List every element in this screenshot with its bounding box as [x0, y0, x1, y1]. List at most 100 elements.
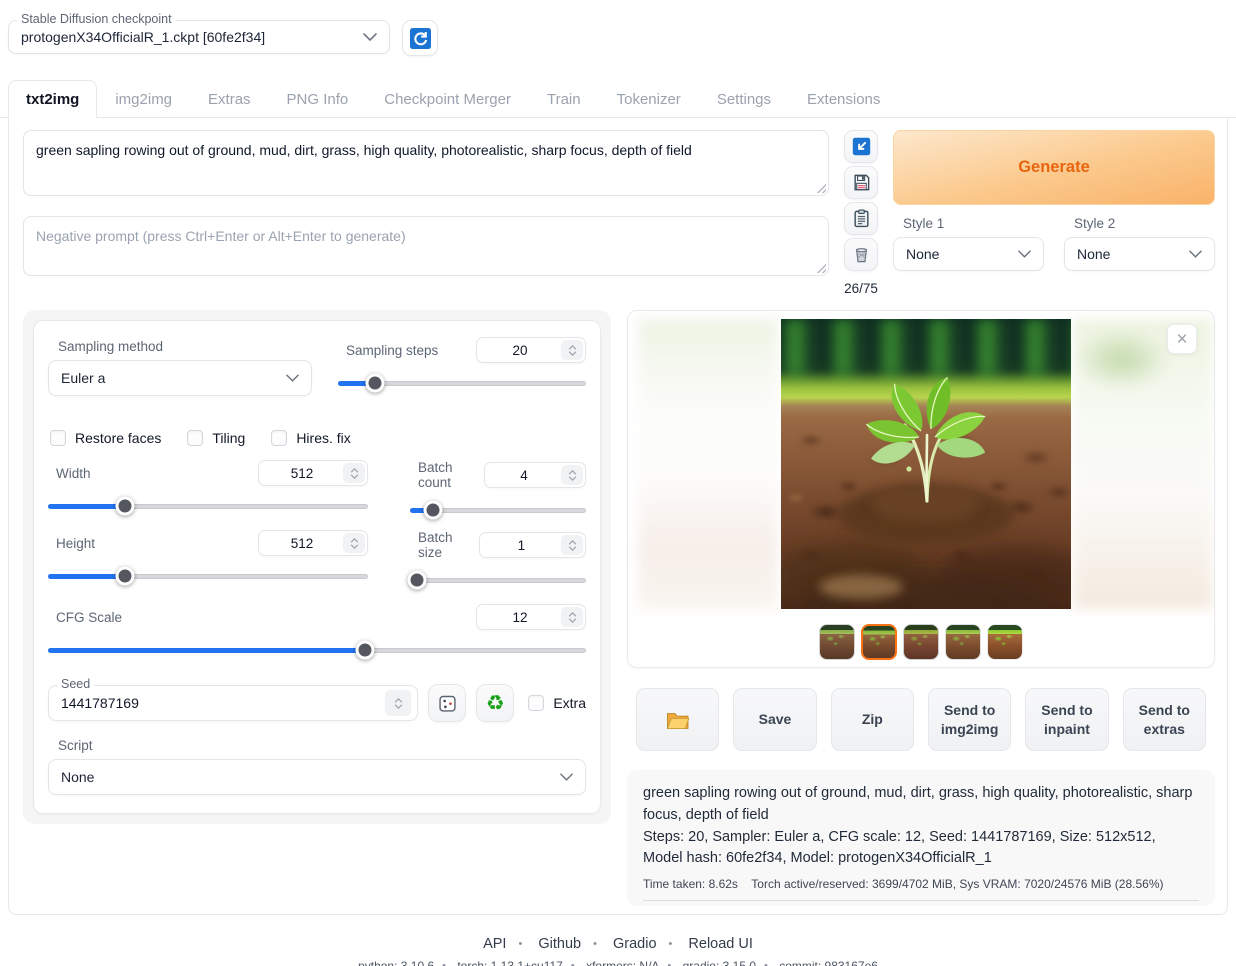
send-to-extras-button[interactable]: Send to extras	[1123, 688, 1206, 751]
footer: API• Github• Gradio• Reload UI python: 3…	[0, 936, 1236, 966]
gallery-ghost-left	[638, 319, 778, 609]
cfg-scale-label: CFG Scale	[56, 610, 122, 625]
vram-usage: Torch active/reserved: 3699/4702 MiB, Sy…	[751, 877, 1163, 891]
chevron-down-icon	[286, 374, 299, 382]
footer-link-api[interactable]: API	[483, 936, 506, 952]
restore-faces-checkbox[interactable]: Restore faces	[50, 430, 161, 446]
checkbox-box	[187, 430, 203, 446]
width-input[interactable]: 512	[258, 460, 368, 486]
trash-bin-icon	[852, 245, 871, 264]
sampling-steps-label: Sampling steps	[346, 343, 438, 358]
stepper-arrows[interactable]	[561, 340, 583, 360]
info-meta: Time taken: 8.62s Torch active/reserved:…	[643, 877, 1199, 901]
close-icon: ×	[1176, 330, 1187, 349]
open-folder-button[interactable]	[636, 688, 719, 751]
footer-link-reload-ui[interactable]: Reload UI	[688, 936, 752, 952]
batch-count-slider[interactable]	[410, 500, 586, 520]
tab-tokenizer[interactable]: Tokenizer	[599, 80, 699, 118]
tab-png-info[interactable]: PNG Info	[269, 80, 367, 118]
cfg-scale-slider[interactable]	[48, 640, 586, 660]
tab-settings[interactable]: Settings	[699, 80, 789, 118]
stepper-arrows[interactable]	[561, 535, 583, 555]
gallery-thumbnail-4[interactable]	[945, 624, 981, 660]
height-input[interactable]: 512	[258, 530, 368, 556]
stepper-arrows[interactable]	[385, 690, 411, 716]
style1-value: None	[906, 246, 939, 262]
tab-extensions[interactable]: Extensions	[789, 80, 898, 118]
chevron-down-icon	[1189, 250, 1202, 258]
batch-count-input[interactable]: 4	[484, 462, 586, 488]
seed-input[interactable]: Seed 1441787169	[48, 685, 418, 721]
checkpoint-dropdown[interactable]: Stable Diffusion checkpoint protogenX34O…	[8, 20, 390, 54]
footer-link-gradio[interactable]: Gradio	[613, 936, 657, 952]
gallery-thumbnail-1[interactable]	[819, 624, 855, 660]
open-folder-icon	[666, 709, 690, 731]
extra-seed-checkbox[interactable]: Extra	[528, 695, 586, 711]
sampling-method-dropdown[interactable]: Euler a	[48, 360, 312, 396]
tiling-checkbox[interactable]: Tiling	[187, 430, 245, 446]
chevron-down-icon	[363, 33, 377, 41]
clear-prompt-button[interactable]	[844, 238, 878, 271]
generated-image[interactable]	[781, 319, 1071, 609]
sampling-steps-input[interactable]: 20	[476, 337, 586, 363]
stepper-arrows[interactable]	[561, 465, 583, 485]
sampling-method-label: Sampling method	[58, 339, 312, 354]
gallery-ghost-right	[1073, 319, 1213, 609]
tab-train[interactable]: Train	[529, 80, 599, 118]
stepper-arrows[interactable]	[343, 463, 365, 483]
send-to-img2img-button[interactable]: Send to img2img	[928, 688, 1011, 751]
recycle-icon: ♻	[486, 693, 505, 714]
seed-label: Seed	[57, 677, 94, 691]
reuse-seed-button[interactable]: ♻	[476, 684, 514, 722]
cfg-scale-input[interactable]: 12	[476, 604, 586, 630]
time-taken: Time taken: 8.62s	[643, 877, 738, 891]
script-dropdown[interactable]: None	[48, 759, 586, 795]
save-style-button[interactable]	[844, 166, 878, 199]
style1-dropdown[interactable]: None	[893, 237, 1044, 271]
sampling-steps-slider[interactable]	[338, 373, 586, 393]
floppy-disk-icon	[852, 173, 871, 192]
checkbox-box	[528, 695, 544, 711]
stepper-arrows[interactable]	[343, 533, 365, 553]
width-slider[interactable]	[48, 496, 368, 516]
style2-value: None	[1077, 246, 1110, 262]
refresh-checkpoints-button[interactable]	[402, 20, 438, 56]
image-gallery: ×	[627, 310, 1215, 668]
info-params: Steps: 20, Sampler: Euler a, CFG scale: …	[643, 827, 1199, 871]
batch-size-slider[interactable]	[410, 570, 586, 590]
footer-link-github[interactable]: Github	[538, 936, 581, 952]
paste-generation-params-button[interactable]	[844, 130, 878, 163]
zip-button[interactable]: Zip	[831, 688, 914, 751]
batch-size-input[interactable]: 1	[479, 532, 586, 558]
tab-txt2img[interactable]: txt2img	[8, 80, 97, 118]
clipboard-icon	[852, 209, 871, 228]
txt2img-panel: green sapling rowing out of ground, mud,…	[8, 118, 1228, 915]
tab-checkpoint-merger[interactable]: Checkpoint Merger	[366, 80, 529, 118]
style2-dropdown[interactable]: None	[1064, 237, 1215, 271]
stepper-arrows[interactable]	[561, 607, 583, 627]
close-gallery-button[interactable]: ×	[1167, 324, 1197, 354]
tab-img2img[interactable]: img2img	[97, 80, 190, 118]
gallery-thumbnail-5[interactable]	[987, 624, 1023, 660]
height-slider[interactable]	[48, 566, 368, 586]
generate-button[interactable]: Generate	[893, 130, 1215, 205]
hires-fix-checkbox[interactable]: Hires. fix	[271, 430, 350, 446]
height-label: Height	[56, 536, 95, 551]
prompt-input[interactable]: green sapling rowing out of ground, mud,…	[23, 130, 829, 196]
checkpoint-value: protogenX34OfficialR_1.ckpt [60fe2f34]	[21, 29, 363, 45]
checkpoint-label: Stable Diffusion checkpoint	[17, 12, 176, 26]
prompt-field-wrap: green sapling rowing out of ground, mud,…	[23, 130, 829, 196]
send-to-inpaint-button[interactable]: Send to inpaint	[1025, 688, 1108, 751]
gallery-thumbnail-2-selected[interactable]	[861, 624, 897, 660]
checkbox-box	[271, 430, 287, 446]
gallery-thumbnail-3[interactable]	[903, 624, 939, 660]
save-button[interactable]: Save	[733, 688, 816, 751]
script-value: None	[61, 769, 94, 785]
apply-styles-button[interactable]	[844, 202, 878, 235]
tab-extras[interactable]: Extras	[190, 80, 269, 118]
sapling-illustration	[781, 319, 1071, 609]
negative-prompt-input[interactable]	[23, 216, 829, 276]
down-left-arrow-icon	[852, 137, 871, 156]
random-seed-button[interactable]	[428, 684, 466, 722]
gallery-thumbnails	[819, 624, 1023, 660]
